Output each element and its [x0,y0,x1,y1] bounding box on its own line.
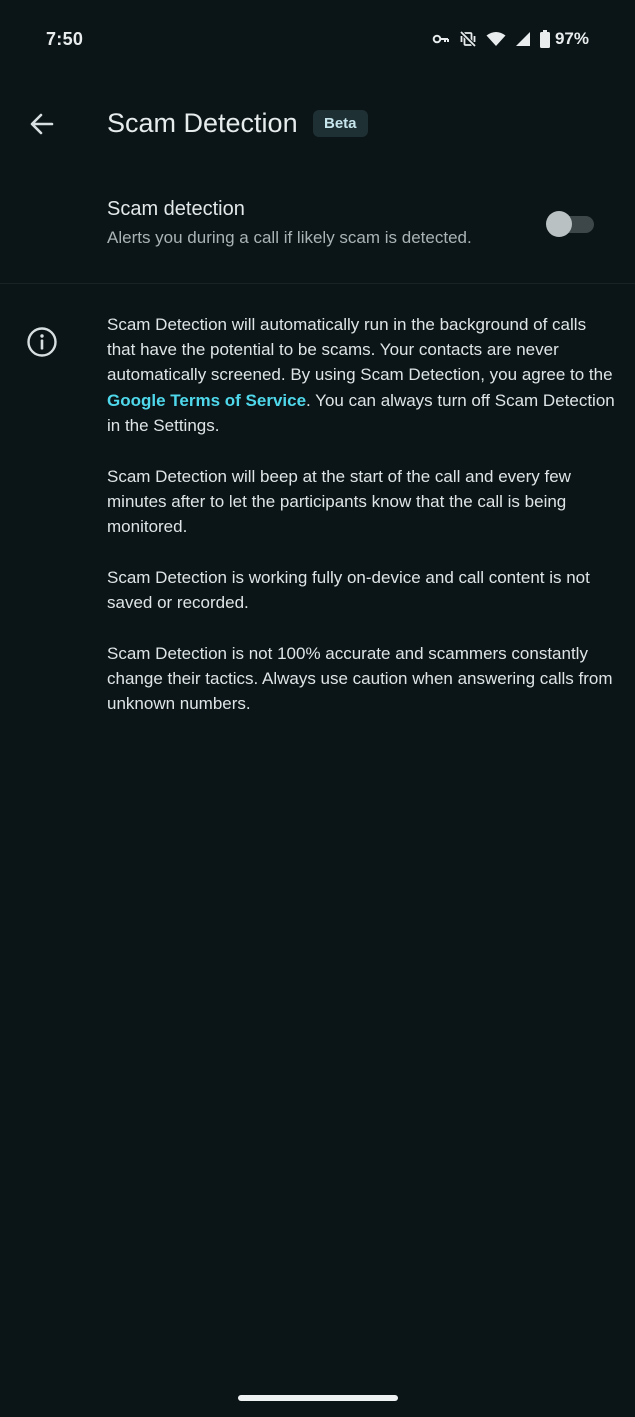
beta-badge: Beta [313,110,368,137]
top-app-bar: Scam Detection Beta [0,96,635,154]
scam-detection-setting-row[interactable]: Scam detection Alerts you during a call … [0,184,635,268]
setting-subtitle: Alerts you during a call if likely scam … [107,228,472,247]
setting-title: Scam detection [107,198,245,220]
signal-icon [515,31,531,47]
scam-detection-toggle[interactable] [546,211,596,237]
battery-percentage: 97% [554,29,589,48]
info-paragraph-1: Scam Detection will automatically run in… [107,312,617,438]
home-indicator[interactable] [238,1395,398,1401]
status-icons: 97% [432,28,589,50]
back-button[interactable] [20,102,64,146]
arrow-back-icon [30,113,54,135]
info-paragraph-3: Scam Detection is working fully on-devic… [107,567,590,613]
vpn-key-icon [432,33,450,45]
info-icon [26,326,58,358]
divider [0,283,635,284]
wifi-icon [486,31,506,47]
info-paragraph-2: Scam Detection will beep at the start of… [107,466,571,537]
info-text: Scam Detection will automatically run in… [107,312,617,742]
info-paragraph-4: Scam Detection is not 100% accurate and … [107,643,613,714]
google-terms-link[interactable]: Google Terms of Service [107,391,306,410]
vibrate-off-icon [459,30,477,48]
battery-icon [539,30,550,48]
page-title: Scam Detection [107,108,298,138]
info-paragraph-1-start: Scam Detection will automatically run in… [107,315,613,385]
status-bar: 7:50 97% [0,0,635,78]
toggle-thumb [546,211,572,237]
status-time: 7:50 [46,29,84,49]
